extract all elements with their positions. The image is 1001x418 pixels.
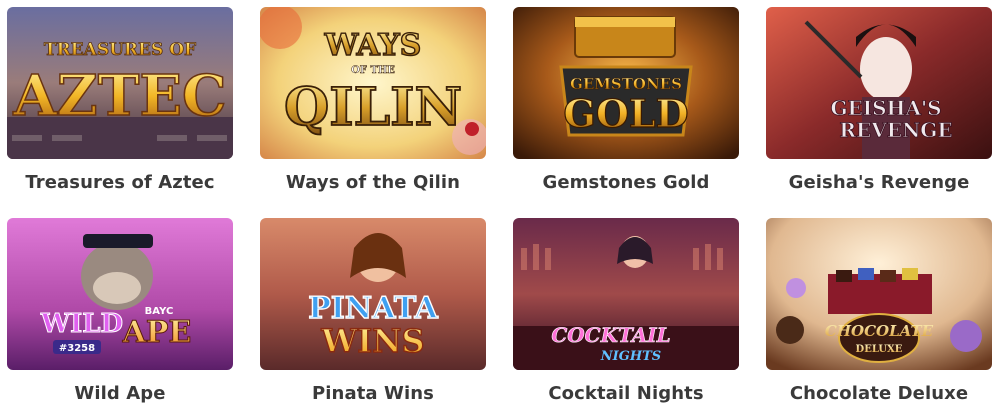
cocktail-nights-artwork: COCKTAIL NIGHTS xyxy=(513,218,739,370)
chocolate-deluxe-artwork: CHOCOLATE DELUXE xyxy=(766,218,992,370)
game-thumbnail-chocolate-deluxe[interactable]: CHOCOLATE DELUXE xyxy=(766,218,992,370)
game-title[interactable]: Gemstones Gold xyxy=(513,159,739,207)
svg-text:REVENGE: REVENGE xyxy=(839,118,952,142)
game-card-pinata-wins[interactable]: PINATA WINS Pinata Wins xyxy=(260,218,486,418)
game-title[interactable]: Ways of the Qilin xyxy=(260,159,486,207)
game-title[interactable]: Chocolate Deluxe xyxy=(766,370,992,418)
game-thumbnail-cocktail-nights[interactable]: COCKTAIL NIGHTS xyxy=(513,218,739,370)
svg-text:GOLD: GOLD xyxy=(563,91,688,136)
svg-text:DELUXE: DELUXE xyxy=(856,344,903,355)
game-card-treasures-of-aztec[interactable]: TREASURES OF AZTEC Treasures of Aztec xyxy=(7,7,233,207)
svg-text:WAYS: WAYS xyxy=(324,28,422,63)
game-title[interactable]: Treasures of Aztec xyxy=(7,159,233,207)
game-thumbnail-gemstones-gold[interactable]: GEMSTONES GOLD xyxy=(513,7,739,159)
treasures-of-aztec-artwork: TREASURES OF AZTEC xyxy=(7,7,233,159)
game-thumbnail-pinata-wins[interactable]: PINATA WINS xyxy=(260,218,486,370)
game-grid: TREASURES OF AZTEC Treasures of Aztec WA… xyxy=(7,7,992,418)
svg-text:COCKTAIL: COCKTAIL xyxy=(551,323,670,347)
game-title[interactable]: Pinata Wins xyxy=(260,370,486,418)
wild-ape-artwork: WILD BAYC APE #3258 xyxy=(7,218,233,370)
svg-text:NIGHTS: NIGHTS xyxy=(600,349,661,364)
game-card-gemstones-gold[interactable]: GEMSTONES GOLD Gemstones Gold xyxy=(513,7,739,207)
pinata-wins-artwork: PINATA WINS xyxy=(260,218,486,370)
svg-text:#3258: #3258 xyxy=(59,343,95,354)
game-thumbnail-ways-of-the-qilin[interactable]: WAYS OF THE QILIN xyxy=(260,7,486,159)
game-title[interactable]: Wild Ape xyxy=(7,370,233,418)
svg-text:PINATA: PINATA xyxy=(308,291,438,326)
game-title[interactable]: Geisha's Revenge xyxy=(766,159,992,207)
game-card-wild-ape[interactable]: WILD BAYC APE #3258 Wild Ape xyxy=(7,218,233,418)
ways-of-the-qilin-artwork: WAYS OF THE QILIN xyxy=(260,7,486,159)
svg-text:CHOCOLATE: CHOCOLATE xyxy=(825,322,934,340)
svg-text:GEISHA'S: GEISHA'S xyxy=(830,96,941,120)
geishas-revenge-artwork: GEISHA'S REVENGE xyxy=(766,7,992,159)
svg-text:QILIN: QILIN xyxy=(284,77,462,138)
game-card-chocolate-deluxe[interactable]: CHOCOLATE DELUXE Chocolate Deluxe xyxy=(766,218,992,418)
game-title[interactable]: Cocktail Nights xyxy=(513,370,739,418)
game-card-geishas-revenge[interactable]: GEISHA'S REVENGE Geisha's Revenge xyxy=(766,7,992,207)
svg-text:APE: APE xyxy=(122,315,192,350)
svg-text:OF THE: OF THE xyxy=(351,65,395,76)
game-thumbnail-wild-ape[interactable]: WILD BAYC APE #3258 xyxy=(7,218,233,370)
game-card-ways-of-the-qilin[interactable]: WAYS OF THE QILIN Ways of the Qilin xyxy=(260,7,486,207)
svg-text:WINS: WINS xyxy=(320,322,424,360)
svg-text:WILD: WILD xyxy=(40,309,123,339)
svg-text:TREASURES OF: TREASURES OF xyxy=(44,40,196,60)
svg-text:AZTEC: AZTEC xyxy=(12,63,226,129)
game-thumbnail-geishas-revenge[interactable]: GEISHA'S REVENGE xyxy=(766,7,992,159)
gemstones-gold-artwork: GEMSTONES GOLD xyxy=(513,7,739,159)
game-card-cocktail-nights[interactable]: COCKTAIL NIGHTS Cocktail Nights xyxy=(513,218,739,418)
game-thumbnail-treasures-of-aztec[interactable]: TREASURES OF AZTEC xyxy=(7,7,233,159)
